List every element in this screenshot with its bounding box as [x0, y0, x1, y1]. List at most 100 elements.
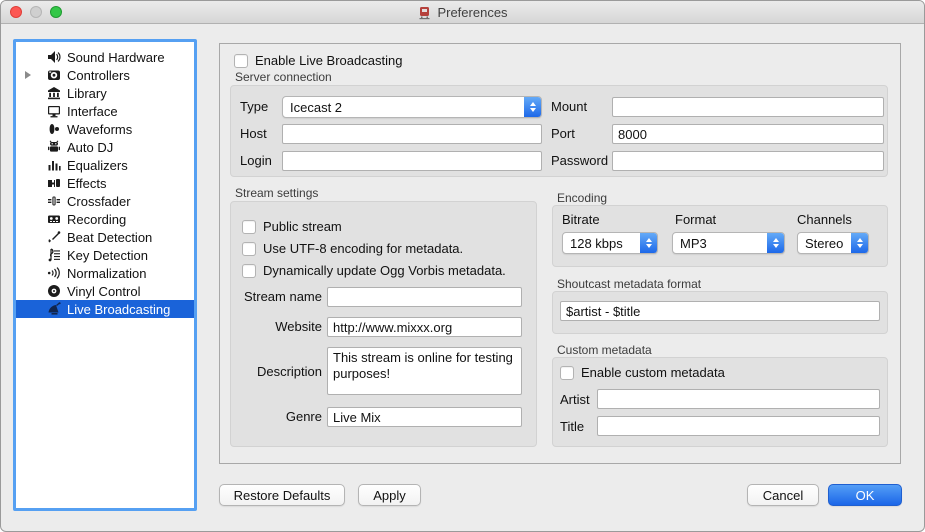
stepper-arrows-icon: [524, 97, 541, 117]
stepper-arrows-icon: [640, 233, 657, 253]
type-select-value: Icecast 2: [290, 100, 342, 115]
genre-label: Genre: [240, 409, 322, 424]
login-label: Login: [240, 153, 272, 168]
channels-select[interactable]: Stereo: [797, 232, 869, 254]
encoding-title: Encoding: [557, 191, 607, 205]
enable-live-broadcasting-row: Enable Live Broadcasting: [234, 53, 402, 68]
stepper-arrows-icon: [767, 233, 784, 253]
sidebar-item-vinyl-control[interactable]: Vinyl Control: [16, 282, 194, 300]
utf8-metadata-label: Use UTF-8 encoding for metadata.: [263, 241, 463, 256]
password-label: Password: [551, 153, 608, 168]
shoutcast-metadata-title: Shoutcast metadata format: [557, 277, 701, 291]
sidebar-item-label: Auto DJ: [67, 140, 113, 155]
enable-custom-metadata-row: Enable custom metadata: [560, 365, 725, 380]
stream-settings-title: Stream settings: [235, 186, 318, 200]
sidebar-item-interface[interactable]: Interface: [16, 102, 194, 120]
format-label: Format: [675, 212, 716, 227]
ogg-vorbis-checkbox[interactable]: [242, 264, 256, 278]
public-stream-checkbox[interactable]: [242, 220, 256, 234]
sidebar-item-normalization[interactable]: Normalization: [16, 264, 194, 282]
type-select[interactable]: Icecast 2: [282, 96, 542, 118]
sidebar-item-label: Recording: [67, 212, 126, 227]
sidebar-item-label: Live Broadcasting: [67, 302, 170, 317]
description-textarea[interactable]: This stream is online for testing purpos…: [327, 347, 522, 395]
sidebar-item-label: Key Detection: [67, 248, 148, 263]
sidebar-item-label: Equalizers: [67, 158, 128, 173]
stream-name-label: Stream name: [240, 289, 322, 304]
enable-custom-metadata-checkbox[interactable]: [560, 366, 574, 380]
public-stream-row: Public stream: [242, 219, 342, 234]
enable-live-broadcasting-checkbox[interactable]: [234, 54, 248, 68]
type-label: Type: [240, 99, 268, 114]
stepper-arrows-icon: [851, 233, 868, 253]
enable-live-broadcasting-label: Enable Live Broadcasting: [255, 53, 402, 68]
equalizer-bars-icon: [46, 158, 61, 173]
sidebar-item-beat-detection[interactable]: Beat Detection: [16, 228, 194, 246]
genre-input[interactable]: [327, 407, 522, 427]
apply-button[interactable]: Apply: [358, 484, 421, 506]
port-label: Port: [551, 126, 575, 141]
sidebar-item-live-broadcasting[interactable]: Live Broadcasting: [16, 300, 194, 318]
waveform-icon: [46, 122, 61, 137]
library-icon: [46, 86, 61, 101]
preferences-sidebar: Sound Hardware Controllers Library Inter…: [13, 39, 197, 511]
disclosure-triangle-icon[interactable]: [25, 71, 31, 79]
robot-icon: [46, 140, 61, 155]
title-field-label: Title: [560, 419, 584, 434]
restore-defaults-button[interactable]: Restore Defaults: [219, 484, 345, 506]
shoutcast-metadata-input[interactable]: [560, 301, 880, 321]
title-bar[interactable]: Preferences: [1, 1, 924, 24]
artist-label: Artist: [560, 392, 590, 407]
bitrate-select[interactable]: 128 kbps: [562, 232, 658, 254]
sidebar-item-equalizers[interactable]: Equalizers: [16, 156, 194, 174]
ogg-vorbis-label: Dynamically update Ogg Vorbis metadata.: [263, 263, 506, 278]
website-input[interactable]: [327, 317, 522, 337]
description-label: Description: [240, 364, 322, 379]
speaker-icon: [46, 50, 61, 65]
host-label: Host: [240, 126, 267, 141]
sidebar-item-controllers[interactable]: Controllers: [16, 66, 194, 84]
sidebar-item-library[interactable]: Library: [16, 84, 194, 102]
host-input[interactable]: [282, 124, 542, 144]
sidebar-item-waveforms[interactable]: Waveforms: [16, 120, 194, 138]
sidebar-item-label: Interface: [67, 104, 118, 119]
format-select[interactable]: MP3: [672, 232, 785, 254]
channels-select-value: Stereo: [805, 236, 843, 251]
sidebar-item-recording[interactable]: Recording: [16, 210, 194, 228]
bitrate-label: Bitrate: [562, 212, 600, 227]
sidebar-item-sound-hardware[interactable]: Sound Hardware: [16, 48, 194, 66]
utf8-metadata-checkbox[interactable]: [242, 242, 256, 256]
artist-input[interactable]: [597, 389, 880, 409]
title-input[interactable]: [597, 416, 880, 436]
sidebar-item-label: Crossfader: [67, 194, 131, 209]
custom-metadata-title: Custom metadata: [557, 343, 652, 357]
sidebar-item-crossfader[interactable]: Crossfader: [16, 192, 194, 210]
channels-label: Channels: [797, 212, 852, 227]
sidebar-item-auto-dj[interactable]: Auto DJ: [16, 138, 194, 156]
cassette-icon: [46, 212, 61, 227]
clef-icon: [46, 248, 61, 263]
port-input[interactable]: [612, 124, 884, 144]
ok-button[interactable]: OK: [828, 484, 902, 506]
public-stream-label: Public stream: [263, 219, 342, 234]
soundwave-icon: [46, 266, 61, 281]
cancel-button[interactable]: Cancel: [747, 484, 819, 506]
sidebar-item-key-detection[interactable]: Key Detection: [16, 246, 194, 264]
stream-name-input[interactable]: [327, 287, 522, 307]
sidebar-item-label: Effects: [67, 176, 107, 191]
login-input[interactable]: [282, 151, 542, 171]
mount-input[interactable]: [612, 97, 884, 117]
vinyl-icon: [46, 284, 61, 299]
sidebar-item-label: Controllers: [67, 68, 130, 83]
website-label: Website: [240, 319, 322, 334]
preferences-app-icon: [417, 5, 432, 20]
sidebar-item-label: Sound Hardware: [67, 50, 165, 65]
mount-label: Mount: [551, 99, 587, 114]
crossfader-icon: [46, 194, 61, 209]
sidebar-item-label: Library: [67, 86, 107, 101]
sidebar-item-label: Waveforms: [67, 122, 132, 137]
sidebar-item-effects[interactable]: Effects: [16, 174, 194, 192]
sidebar-item-label: Vinyl Control: [67, 284, 140, 299]
password-input[interactable]: [612, 151, 884, 171]
monitor-icon: [46, 104, 61, 119]
